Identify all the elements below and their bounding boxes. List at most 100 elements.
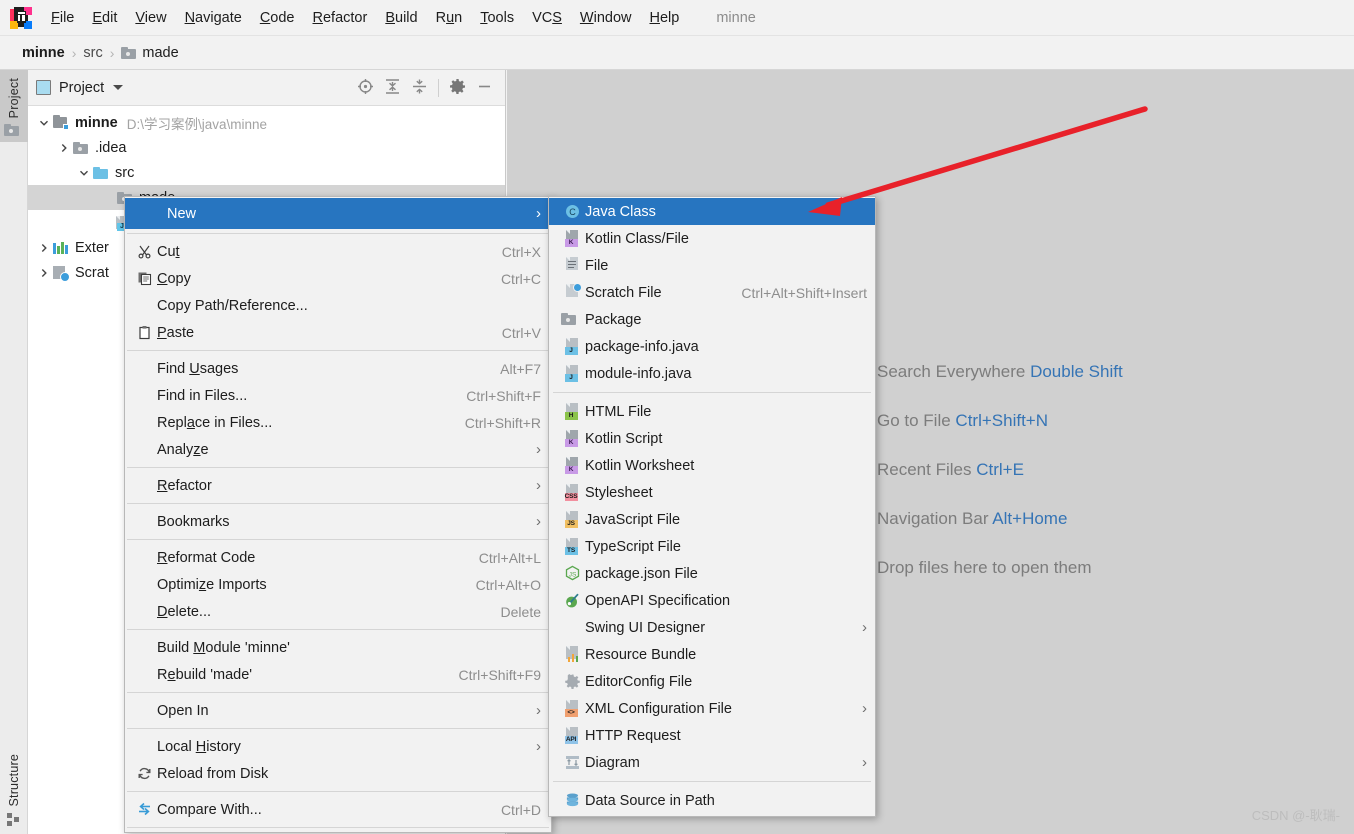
chevron-right-icon[interactable] bbox=[36, 265, 52, 281]
chevron-down-icon[interactable] bbox=[36, 115, 52, 131]
submenu-item-label: module-info.java bbox=[585, 365, 692, 382]
menu-run[interactable]: Run bbox=[427, 6, 472, 30]
breadcrumb-item-minne[interactable]: minne bbox=[22, 45, 65, 61]
menu-window[interactable]: Window bbox=[571, 6, 641, 30]
menu-build[interactable]: Build bbox=[376, 6, 426, 30]
submenu-item-typescript-file[interactable]: TS TypeScript File bbox=[549, 533, 875, 560]
submenu-item-resource-bundle[interactable]: Resource Bundle bbox=[549, 641, 875, 668]
menu-item-open-in[interactable]: Open In › bbox=[125, 697, 551, 724]
menu-item-label: Build Module 'minne' bbox=[157, 639, 290, 656]
tool-window-button-structure[interactable]: Structure bbox=[0, 748, 28, 834]
menu-item-shortcut: Ctrl+Shift+F bbox=[466, 387, 541, 404]
tree-node-src[interactable]: src bbox=[28, 160, 505, 185]
hide-panel-icon[interactable] bbox=[476, 78, 493, 98]
submenu-item-kotlin-script[interactable]: K Kotlin Script bbox=[549, 425, 875, 452]
menu-view[interactable]: View bbox=[126, 6, 175, 30]
submenu-item-swing-ui-designer[interactable]: Swing UI Designer › bbox=[549, 614, 875, 641]
menu-separator bbox=[127, 467, 549, 468]
submenu-item-http-request[interactable]: API HTTP Request bbox=[549, 722, 875, 749]
menu-item-label: Copy bbox=[157, 270, 191, 287]
openapi-icon bbox=[559, 592, 585, 609]
menu-separator bbox=[127, 629, 549, 630]
menu-item-reformat-code[interactable]: Reformat Code Ctrl+Alt+L bbox=[125, 544, 551, 571]
menu-item-copy[interactable]: Copy Ctrl+C bbox=[125, 265, 551, 292]
menu-edit[interactable]: Edit bbox=[83, 6, 126, 30]
submenu-item-xml-configuration-file[interactable]: <> XML Configuration File › bbox=[549, 695, 875, 722]
chevron-right-icon: › bbox=[536, 513, 541, 530]
submenu-item-openapi-specification[interactable]: OpenAPI Specification bbox=[549, 587, 875, 614]
gear-icon bbox=[559, 673, 585, 690]
chevron-right-icon: › bbox=[536, 477, 541, 494]
menu-refactor[interactable]: Refactor bbox=[304, 6, 377, 30]
breadcrumb-item-src[interactable]: src bbox=[83, 45, 102, 61]
collapse-all-icon[interactable] bbox=[411, 78, 428, 98]
tree-node-minne[interactable]: minne D:\学习案例\java\minne bbox=[28, 110, 505, 135]
submenu-item-file[interactable]: File bbox=[549, 252, 875, 279]
project-panel-header: Project bbox=[28, 70, 505, 106]
menu-item-bookmarks[interactable]: Bookmarks › bbox=[125, 508, 551, 535]
settings-gear-icon[interactable] bbox=[449, 78, 466, 98]
chevron-right-icon[interactable] bbox=[36, 240, 52, 256]
tree-node-label: Scrat bbox=[75, 264, 109, 281]
submenu-item-diagram[interactable]: Diagram › bbox=[549, 749, 875, 776]
menu-item-build-module[interactable]: Build Module 'minne' bbox=[125, 634, 551, 661]
menu-file[interactable]: File bbox=[42, 6, 83, 30]
tree-node-label: .idea bbox=[95, 139, 127, 156]
submenu-item-package[interactable]: Package bbox=[549, 306, 875, 333]
menu-code[interactable]: Code bbox=[251, 6, 304, 30]
submenu-item-data-source-in-path[interactable]: Data Source in Path bbox=[549, 787, 875, 814]
menu-help[interactable]: Help bbox=[640, 6, 688, 30]
menu-item-find-usages[interactable]: Find Usages Alt+F7 bbox=[125, 355, 551, 382]
menu-item-copy-path-reference[interactable]: Copy Path/Reference... bbox=[125, 292, 551, 319]
chevron-right-icon: › bbox=[862, 619, 867, 636]
menu-item-paste[interactable]: Paste Ctrl+V bbox=[125, 319, 551, 346]
breadcrumb-item-made[interactable]: made bbox=[121, 45, 179, 61]
locate-in-tree-icon[interactable] bbox=[357, 78, 374, 98]
menu-item-find-in-files[interactable]: Find in Files... Ctrl+Shift+F bbox=[125, 382, 551, 409]
tool-window-button-project[interactable]: Project bbox=[0, 70, 28, 143]
menu-item-label: Delete... bbox=[157, 603, 212, 620]
package-icon bbox=[559, 313, 585, 326]
submenu-item-java-class[interactable]: C Java Class bbox=[549, 198, 875, 225]
submenu-item-stylesheet[interactable]: CSS Stylesheet bbox=[549, 479, 875, 506]
submenu-item-javascript-file[interactable]: JS JavaScript File bbox=[549, 506, 875, 533]
menu-vcs[interactable]: VCS bbox=[523, 6, 571, 30]
chevron-right-icon[interactable] bbox=[56, 140, 72, 156]
menu-item-refactor[interactable]: Refactor › bbox=[125, 472, 551, 499]
menu-item-cut[interactable]: Cut Ctrl+X bbox=[125, 238, 551, 265]
submenu-item-label: Kotlin Class/File bbox=[585, 230, 689, 247]
menu-item-label: Cut bbox=[157, 243, 180, 260]
menu-item-label: Analyze bbox=[157, 441, 209, 458]
submenu-item-editorconfig-file[interactable]: EditorConfig File bbox=[549, 668, 875, 695]
menu-tools[interactable]: Tools bbox=[471, 6, 523, 30]
menu-item-reload-from-disk[interactable]: Reload from Disk bbox=[125, 760, 551, 787]
submenu-separator bbox=[553, 781, 871, 782]
menu-item-replace-in-files[interactable]: Replace in Files... Ctrl+Shift+R bbox=[125, 409, 551, 436]
menu-item-label: Reload from Disk bbox=[157, 765, 269, 782]
context-menu: New › Cut Ctrl+X Copy Ctrl+C Copy Path/R… bbox=[124, 196, 552, 833]
menu-item-optimize-imports[interactable]: Optimize Imports Ctrl+Alt+O bbox=[125, 571, 551, 598]
submenu-item-kotlin-worksheet[interactable]: K Kotlin Worksheet bbox=[549, 452, 875, 479]
submenu-item-label: package-info.java bbox=[585, 338, 699, 355]
menu-item-shortcut: Ctrl+D bbox=[500, 801, 541, 818]
chevron-down-icon[interactable] bbox=[113, 85, 124, 90]
chevron-down-icon[interactable] bbox=[76, 165, 92, 181]
submenu-item-package-info-java[interactable]: J package-info.java bbox=[549, 333, 875, 360]
menu-navigate[interactable]: Navigate bbox=[176, 6, 251, 30]
menu-item-rebuild[interactable]: Rebuild 'made' Ctrl+Shift+F9 bbox=[125, 661, 551, 688]
kotlin-file-icon: K bbox=[559, 230, 585, 247]
menu-item-delete[interactable]: Delete... Delete bbox=[125, 598, 551, 625]
submenu-item-package-json-file[interactable]: JS package.json File bbox=[549, 560, 875, 587]
submenu-item-kotlin-class-file[interactable]: K Kotlin Class/File bbox=[549, 225, 875, 252]
new-submenu: C Java Class K Kotlin Class/File File Sc… bbox=[548, 196, 876, 817]
submenu-item-scratch-file[interactable]: Scratch File Ctrl+Alt+Shift+Insert bbox=[549, 279, 875, 306]
menu-item-analyze[interactable]: Analyze › bbox=[125, 436, 551, 463]
expand-all-icon[interactable] bbox=[384, 78, 401, 98]
submenu-item-html-file[interactable]: H HTML File bbox=[549, 398, 875, 425]
tree-node-idea[interactable]: .idea bbox=[28, 135, 505, 160]
submenu-item-module-info-java[interactable]: J module-info.java bbox=[549, 360, 875, 387]
menu-item-label: Copy Path/Reference... bbox=[157, 297, 308, 314]
menu-item-compare-with[interactable]: Compare With... Ctrl+D bbox=[125, 796, 551, 823]
menu-item-new[interactable]: New › bbox=[125, 198, 551, 229]
menu-item-local-history[interactable]: Local History › bbox=[125, 733, 551, 760]
